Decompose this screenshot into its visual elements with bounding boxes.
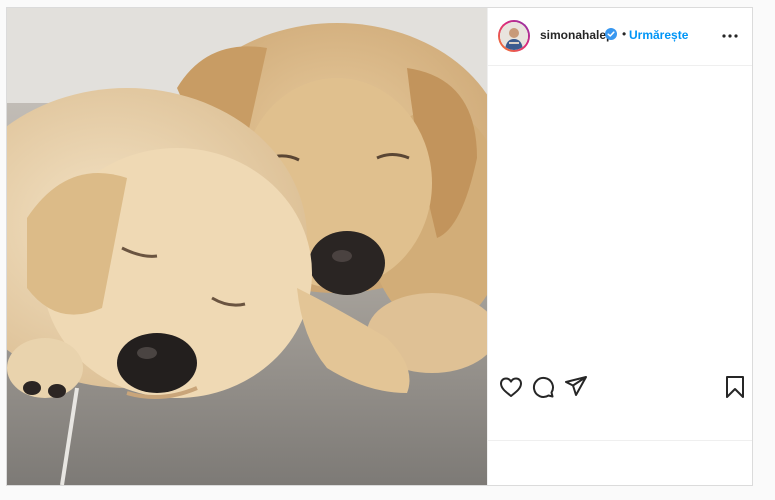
post-photo[interactable] xyxy=(7,8,487,485)
avatar[interactable] xyxy=(500,22,528,50)
comment-area-divider xyxy=(488,440,752,441)
bookmark-icon[interactable] xyxy=(722,374,748,400)
puppies-image xyxy=(7,8,487,485)
verified-badge-icon xyxy=(605,28,617,40)
heart-icon[interactable] xyxy=(498,374,524,400)
post-header: simonahalep • Urmărește xyxy=(488,8,752,66)
more-options-icon[interactable] xyxy=(720,26,740,46)
avatar-story-ring[interactable] xyxy=(498,20,530,52)
post-card: simonahalep • Urmărește xyxy=(6,7,753,486)
post-sidebar: simonahalep • Urmărește xyxy=(487,8,752,485)
follow-button[interactable]: Urmărește xyxy=(629,28,688,42)
comment-icon[interactable] xyxy=(530,374,556,400)
username-link[interactable]: simonahalep xyxy=(540,28,613,42)
action-bar xyxy=(488,374,752,414)
share-icon[interactable] xyxy=(563,374,589,400)
separator-dot: • xyxy=(622,27,627,41)
